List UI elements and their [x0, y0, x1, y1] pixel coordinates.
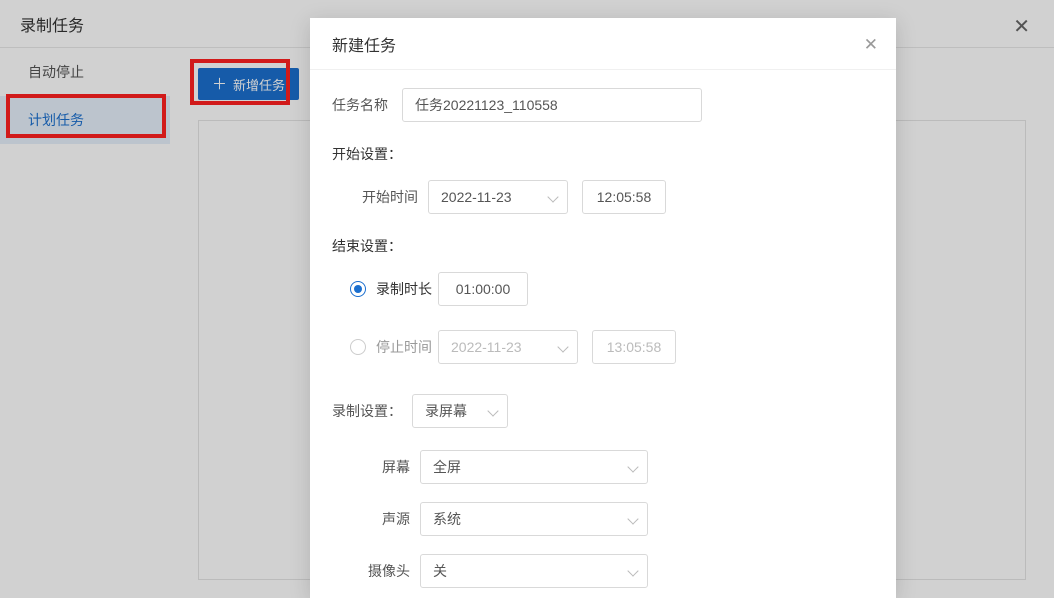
stop-time-label: 停止时间	[376, 337, 438, 357]
rec-section-title: 录制设置：	[332, 401, 412, 421]
modal-title: 新建任务	[332, 32, 396, 56]
task-name-value: 任务20221123_110558	[415, 95, 558, 115]
camera-value: 关	[433, 561, 447, 581]
stop-date-value: 2022-11-23	[451, 339, 522, 355]
start-time-row: 开始时间 2022-11-23 12:05:58	[332, 180, 874, 214]
task-name-label: 任务名称	[332, 95, 402, 115]
screen-value: 全屏	[433, 457, 461, 477]
stop-time-input[interactable]: 13:05:58	[592, 330, 676, 364]
chevron-down-icon	[627, 565, 638, 576]
screen-row: 屏幕 全屏	[332, 450, 874, 484]
screen-label: 屏幕	[342, 457, 420, 477]
duration-row: 录制时长 01:00:00	[350, 272, 874, 306]
audio-select[interactable]: 系统	[420, 502, 648, 536]
new-task-modal: 新建任务 ✕ 任务名称 任务20221123_110558 开始设置： 开始时间…	[310, 18, 896, 598]
chevron-down-icon	[487, 405, 498, 416]
camera-select[interactable]: 关	[420, 554, 648, 588]
start-date-picker[interactable]: 2022-11-23	[428, 180, 568, 214]
rec-mode-value: 录屏幕	[425, 401, 467, 421]
audio-label: 声源	[342, 509, 420, 529]
camera-label: 摄像头	[342, 561, 420, 581]
chevron-down-icon	[547, 191, 558, 202]
modal-body: 任务名称 任务20221123_110558 开始设置： 开始时间 2022-1…	[310, 70, 896, 598]
chevron-down-icon	[627, 461, 638, 472]
duration-input[interactable]: 01:00:00	[438, 272, 528, 306]
audio-row: 声源 系统	[332, 502, 874, 536]
stop-time-value: 13:05:58	[607, 339, 662, 355]
camera-row: 摄像头 关	[332, 554, 874, 588]
modal-header: 新建任务 ✕	[310, 18, 896, 70]
end-section-title: 结束设置：	[332, 236, 874, 256]
modal-close-icon[interactable]: ✕	[864, 35, 878, 55]
start-section-title: 开始设置：	[332, 144, 874, 164]
start-date-value: 2022-11-23	[441, 189, 512, 205]
rec-mode-select[interactable]: 录屏幕	[412, 394, 508, 428]
task-name-input[interactable]: 任务20221123_110558	[402, 88, 702, 122]
stop-date-picker[interactable]: 2022-11-23	[438, 330, 578, 364]
start-time-value: 12:05:58	[597, 189, 652, 205]
screen-select[interactable]: 全屏	[420, 450, 648, 484]
chevron-down-icon	[627, 513, 638, 524]
chevron-down-icon	[557, 341, 568, 352]
start-time-label: 开始时间	[350, 187, 428, 207]
stop-time-radio[interactable]	[350, 339, 366, 355]
rec-settings-row: 录制设置： 录屏幕	[332, 394, 874, 428]
stop-time-row: 停止时间 2022-11-23 13:05:58	[350, 330, 874, 364]
task-name-row: 任务名称 任务20221123_110558	[332, 88, 874, 122]
audio-value: 系统	[433, 509, 461, 529]
start-time-input[interactable]: 12:05:58	[582, 180, 666, 214]
duration-radio[interactable]	[350, 281, 366, 297]
duration-value: 01:00:00	[456, 281, 511, 297]
duration-label: 录制时长	[376, 279, 438, 299]
